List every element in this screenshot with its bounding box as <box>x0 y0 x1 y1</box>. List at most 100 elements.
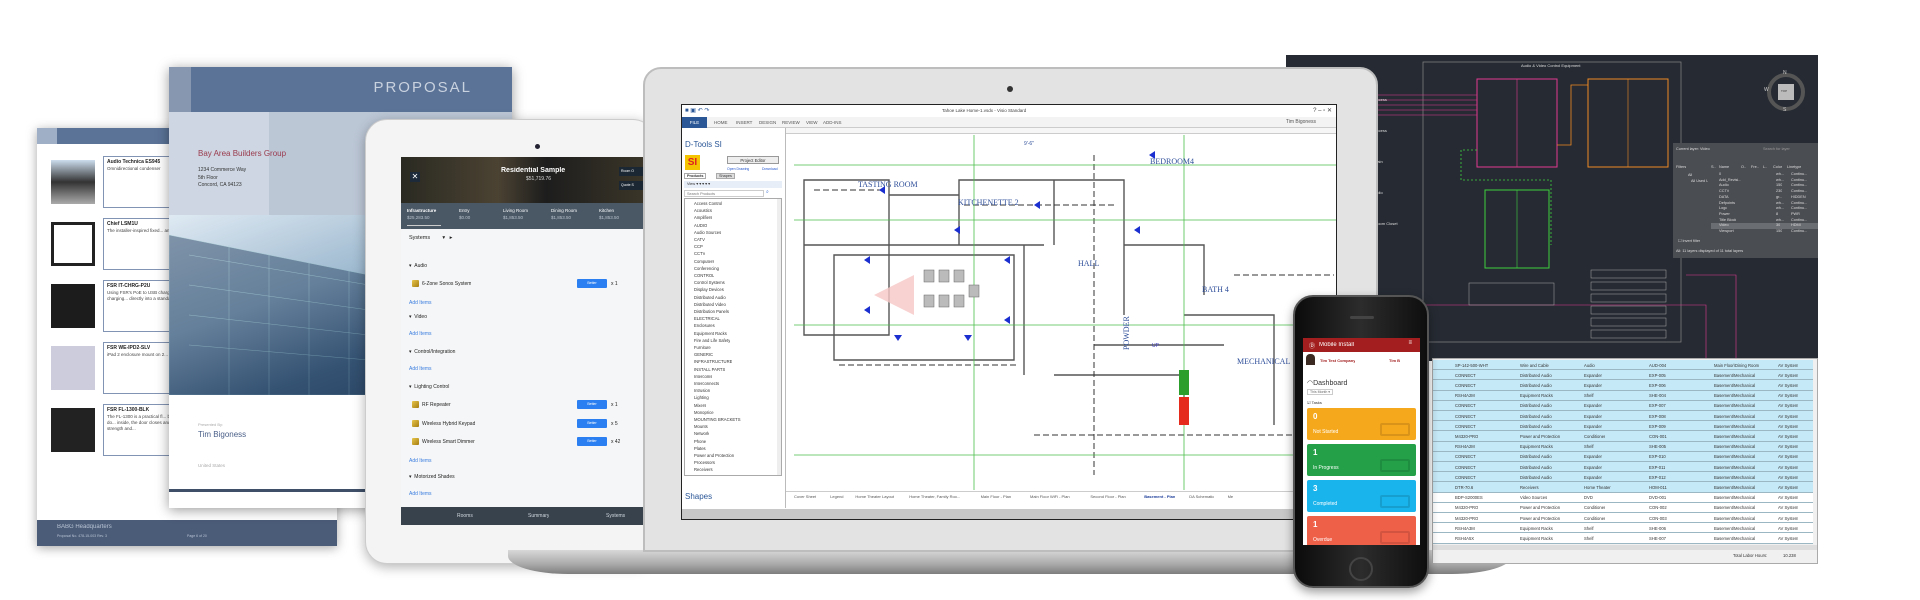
category-item[interactable]: CONTROL <box>694 273 714 278</box>
table-row[interactable]: RSH4A5X Equipment Racks Shelf SHE-007 Baseme… <box>1433 533 1813 544</box>
table-row[interactable]: M4320-PRO Power and Protection Conditioner… <box>1433 431 1813 442</box>
table-row[interactable]: CONNECT Distributed Audio Expander EXP-005 B… <box>1433 370 1813 381</box>
download-link[interactable]: Download <box>762 167 778 171</box>
tab-insert[interactable]: INSERT <box>736 120 752 125</box>
category-item[interactable]: Power and Protection <box>694 453 734 458</box>
category-item[interactable]: CCP <box>694 244 703 249</box>
add-items-link[interactable]: Add Items <box>409 491 637 497</box>
table-row[interactable]: CONNECT Distributed Audio Expander EXP-006 B… <box>1433 380 1813 391</box>
table-row[interactable]: M4320-PRO Power and Protection Conditioner… <box>1433 502 1813 513</box>
category-item[interactable]: Enclosures <box>694 323 715 328</box>
tab-review[interactable]: REVIEW <box>782 120 800 125</box>
task-card[interactable]: 1 Overdue <box>1307 516 1416 545</box>
add-items-link[interactable]: Add Items <box>409 458 637 464</box>
page-tab[interactable]: Legend <box>830 494 843 499</box>
category-item[interactable]: Access Control <box>694 201 722 206</box>
system-section-shades[interactable]: ▾ Motorized Shades <box>409 474 637 480</box>
tab-entry[interactable]: Entry $0.00 <box>459 208 470 220</box>
system-item[interactable]: Wireless Hybrid Keypad Better x 5 <box>409 418 637 430</box>
category-item[interactable]: Distributed Video <box>694 302 726 307</box>
category-item[interactable]: Distribution Panels <box>694 309 729 314</box>
category-item[interactable]: Computers <box>694 259 714 264</box>
category-item[interactable]: Fire and Life Safety <box>694 338 730 343</box>
category-item[interactable]: CATV <box>694 237 705 242</box>
category-item[interactable]: AUDIO <box>694 223 707 228</box>
category-item[interactable]: INSTALL PARTS <box>694 367 725 372</box>
tab-infrastructure[interactable]: Infrastructure $25,283.50 <box>407 208 436 220</box>
table-row[interactable]: RSH4A2M Equipment Racks Shelf SHE-004 Baseme… <box>1433 390 1813 401</box>
nav-systems[interactable]: Systems <box>606 513 625 519</box>
table-row[interactable]: BDP-S2000ES Video Sources DVD DVD-001 Baseme… <box>1433 492 1813 503</box>
tab-dining-room[interactable]: Dining Room $1,853.50 <box>551 208 577 220</box>
page-tab[interactable]: Me <box>1228 494 1234 499</box>
table-row[interactable]: CONNECT Distributed Audio Expander EXP-010 B… <box>1433 451 1813 462</box>
layer-column-header[interactable]: Linetype <box>1787 165 1801 169</box>
category-item[interactable]: Furniture <box>694 345 711 350</box>
nav-rooms[interactable]: Rooms <box>457 513 473 519</box>
tab-view[interactable]: VIEW <box>806 120 818 125</box>
project-editor-button[interactable]: Project Editor <box>727 156 779 164</box>
tab-living-room[interactable]: Living Room $1,853.50 <box>503 208 528 220</box>
category-item[interactable]: Interconnects <box>694 381 719 386</box>
page-tab[interactable]: DA Schematic <box>1189 494 1214 499</box>
category-item[interactable]: Audio Sources <box>694 230 721 235</box>
page-tab[interactable]: Home Theater Layout <box>855 494 894 499</box>
table-row[interactable]: CONNECT Distributed Audio Expander EXP-007 B… <box>1433 400 1813 411</box>
invert-filter-checkbox[interactable]: ☐ Invert filter <box>1678 238 1700 243</box>
search-icon[interactable]: ⌕ <box>766 189 769 195</box>
category-item[interactable]: Mixers <box>694 403 706 408</box>
better-button[interactable]: Better <box>577 400 607 409</box>
category-item[interactable]: Phone <box>694 439 706 444</box>
category-item[interactable]: Intercoms <box>694 374 712 379</box>
category-item[interactable]: Mounts <box>694 424 708 429</box>
user-name[interactable]: Tim B <box>1389 358 1400 363</box>
tab-home[interactable]: HOME <box>714 120 728 125</box>
tab-file[interactable]: FILE <box>682 117 707 128</box>
open-drawing-link[interactable]: Open Drawing <box>727 167 749 171</box>
page-tab[interactable]: Basement - Plan <box>1144 494 1175 499</box>
layer-column-header[interactable]: S.. <box>1711 165 1716 169</box>
task-card[interactable]: 3 Completed <box>1307 480 1416 512</box>
quote-button[interactable]: Quote S <box>619 181 643 190</box>
layer-column-header[interactable]: O.. <box>1741 165 1746 169</box>
add-items-link[interactable]: Add Items <box>409 366 637 372</box>
layer-row[interactable]: Viewport 150 Continu... <box>1711 229 1818 235</box>
category-item[interactable]: CCTV <box>694 251 705 256</box>
category-item[interactable]: Processors <box>694 460 715 465</box>
system-item[interactable]: Wireless Smart Dimmer Better x 42 <box>409 437 637 448</box>
system-section-lighting[interactable]: ▾ Lighting Control <box>409 384 637 390</box>
add-items-link[interactable]: Add Items <box>409 300 637 306</box>
category-item[interactable]: Lighting <box>694 395 709 400</box>
nav-summary[interactable]: Summary <box>528 513 549 519</box>
category-item[interactable]: GENERIC <box>694 352 713 357</box>
table-row[interactable]: CONNECT Distributed Audio Expander EXP-011 B… <box>1433 462 1813 473</box>
tab-design[interactable]: DESIGN <box>759 120 776 125</box>
category-item[interactable]: MOUNTING BRACKETS <box>694 417 741 422</box>
category-item[interactable]: Distributed Audio <box>694 295 726 300</box>
tab-shapes[interactable]: Shapes <box>716 173 735 179</box>
better-button[interactable]: Better <box>577 418 607 428</box>
category-item[interactable]: INFRASTRUCTURE <box>694 359 732 364</box>
layer-column-header[interactable]: Color <box>1773 165 1782 169</box>
category-item[interactable]: Plates <box>694 446 706 451</box>
category-item[interactable]: Amplifiers <box>694 215 712 220</box>
filter-all[interactable]: All <box>1688 173 1692 177</box>
category-item[interactable]: Display Devices <box>694 287 724 292</box>
category-item[interactable]: Receivers <box>694 467 713 472</box>
category-item[interactable]: Control Systems <box>694 280 725 285</box>
table-row[interactable]: DTR-70.6 Receivers Home Theater HOM-011 Base… <box>1433 482 1813 493</box>
category-item[interactable]: Monoprice <box>694 410 714 415</box>
page-tab[interactable]: Second Floor - Plan <box>1090 494 1125 499</box>
layer-column-header[interactable]: Fre.. <box>1751 165 1759 169</box>
table-row[interactable]: RSH4A3M Equipment Racks Shelf SHE-006 Baseme… <box>1433 523 1813 534</box>
scrollbar[interactable] <box>777 199 781 475</box>
layer-column-header[interactable]: Name <box>1719 165 1729 169</box>
tab-add-ins[interactable]: ADD-INS <box>823 120 842 125</box>
room-button[interactable]: Room O <box>619 167 643 176</box>
layer-column-header[interactable]: L.. <box>1763 165 1767 169</box>
user-name[interactable]: Tim Bigoness <box>1286 119 1316 125</box>
layer-search[interactable]: Search for layer <box>1763 147 1790 151</box>
system-section-control[interactable]: ▾ Control/Integration <box>409 349 637 355</box>
table-row[interactable]: CONNECT Distributed Audio Expander EXP-009 B… <box>1433 421 1813 432</box>
tab-kitchen[interactable]: Kitchen $1,853.50 <box>599 208 619 220</box>
